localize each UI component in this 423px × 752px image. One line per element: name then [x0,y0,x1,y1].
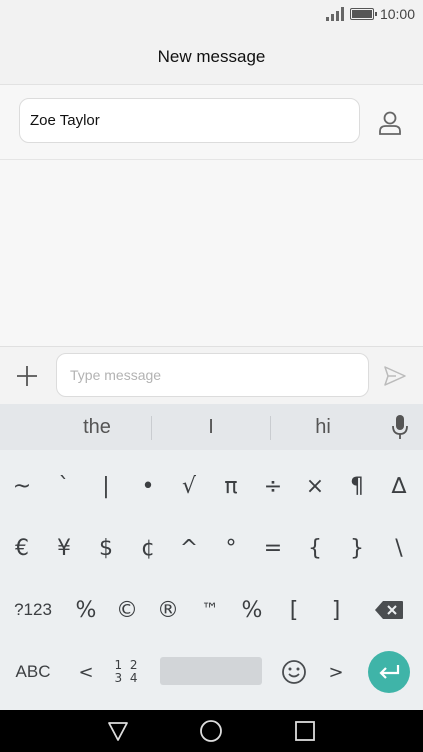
numbers-key-line-2: 3 4 [114,671,140,685]
composer-bar [0,346,423,405]
key[interactable]: × [295,455,335,517]
key[interactable]: { [295,517,335,579]
voice-input-button[interactable] [385,412,415,442]
back-button[interactable] [106,719,130,743]
key[interactable]: ° [211,517,251,579]
key[interactable]: ¥ [44,517,84,579]
key[interactable]: ® [148,579,188,641]
recents-button[interactable] [293,719,317,743]
microphone-icon [392,415,408,439]
recipient-field[interactable]: Zoe Taylor [19,98,360,143]
suggestion-1[interactable]: the [52,404,142,450]
suggestion-3[interactable]: hi [278,404,368,450]
contact-icon [379,111,401,135]
key[interactable]: ÷ [253,455,293,517]
page-title: New message [157,47,266,66]
send-button[interactable] [380,361,410,391]
key[interactable]: $ [86,517,126,579]
contact-picker-button[interactable] [372,107,408,139]
suggestion-bar: the I hi [0,404,423,450]
recipient-row: Zoe Taylor [0,85,423,160]
status-bar: 10:00 [0,0,423,30]
key[interactable]: ∆ [379,455,419,517]
key[interactable]: [ [274,579,314,641]
backspace-key[interactable] [364,579,414,641]
suggestion-divider [270,416,271,440]
abc-mode-key[interactable]: ABC [4,641,62,703]
key[interactable]: ¶ [337,455,377,517]
recents-icon [295,721,315,741]
key[interactable]: % [232,579,272,641]
key[interactable]: © [107,579,147,641]
key[interactable]: π [211,455,251,517]
key-row-4: ABC < 1 2 3 4 > [0,641,423,703]
space-key[interactable] [160,657,262,685]
conversation-area [0,160,423,346]
battery-icon [349,8,377,20]
message-input[interactable] [56,353,369,397]
home-button[interactable] [199,719,223,743]
key-row-3: ?123 % © ® ™ % [ ] [0,579,423,641]
key[interactable]: € [2,517,42,579]
key[interactable]: • [128,455,168,517]
backspace-icon [375,601,403,619]
key[interactable]: < [66,641,106,703]
send-icon [384,366,406,386]
emoji-key[interactable] [274,641,314,703]
enter-key[interactable] [368,651,410,693]
key[interactable]: ~ [2,455,42,517]
suggestion-divider [151,416,152,440]
key[interactable]: ¢ [128,517,168,579]
back-icon [108,722,128,741]
status-time: 10:00 [379,6,415,22]
signal-icon [325,7,344,21]
numbers-mode-key[interactable]: 1 2 3 4 [107,641,147,703]
key[interactable]: ] [316,579,356,641]
keyboard: the I hi ~ ` | • √ π ÷ × ¶ ∆ € ¥ $ ¢ ^ °… [0,404,423,710]
key[interactable]: | [86,455,126,517]
navigation-bar [0,710,423,752]
enter-icon [379,665,400,679]
key[interactable]: } [337,517,377,579]
key[interactable]: % [66,579,106,641]
add-attachment-button[interactable] [10,359,44,393]
emoji-icon [282,660,306,684]
key-row-1: ~ ` | • √ π ÷ × ¶ ∆ [0,455,423,517]
key[interactable]: > [316,641,356,703]
key[interactable]: ` [44,455,84,517]
key[interactable]: ™ [190,579,230,641]
home-icon [200,720,222,742]
key[interactable]: = [253,517,293,579]
key-row-2: € ¥ $ ¢ ^ ° = { } \ [0,517,423,579]
key[interactable]: ^ [169,517,209,579]
app-header: New message [0,30,423,85]
plus-icon [17,366,37,386]
key[interactable]: \ [379,517,419,579]
symbols-mode-key[interactable]: ?123 [4,579,62,641]
recipient-name: Zoe Taylor [30,112,100,129]
suggestion-2[interactable]: I [166,404,256,450]
key[interactable]: √ [169,455,209,517]
